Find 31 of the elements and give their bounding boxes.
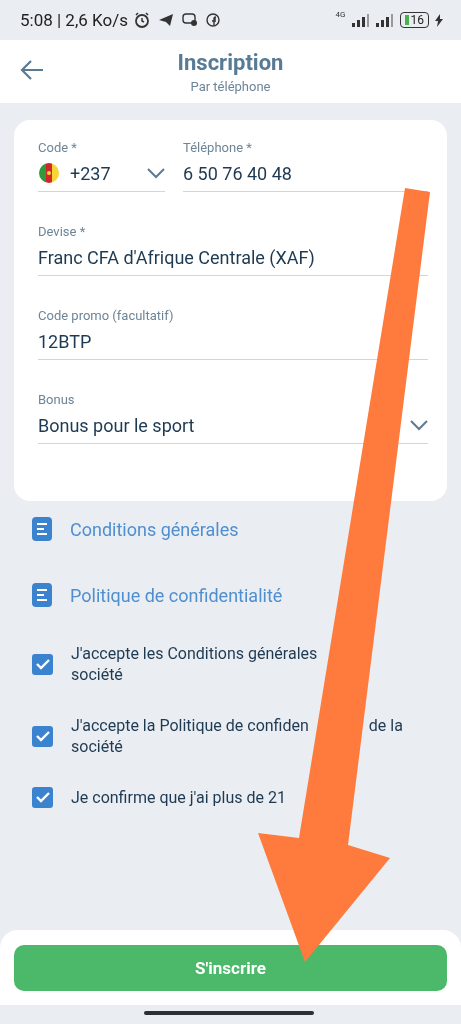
alarm-icon — [133, 12, 150, 28]
checkbox[interactable] — [32, 787, 53, 808]
chevron-down-icon — [147, 167, 165, 179]
checkbox-label: de la — [368, 715, 403, 736]
back-arrow-icon[interactable] — [20, 60, 44, 80]
signal-icon — [375, 13, 394, 27]
checkbox-label: société — [71, 664, 123, 685]
flag-icon — [38, 162, 60, 184]
signal-icon — [351, 13, 370, 27]
checkbox[interactable] — [32, 725, 53, 747]
paper-plane-icon — [157, 13, 174, 27]
battery-level: 16 — [399, 12, 429, 28]
network-type: 4G — [335, 10, 346, 19]
status-time: 5:08 | 2,6 Ko/s — [20, 10, 128, 30]
checkbox-label: Je confirme que j'ai plus de 21 — [71, 787, 286, 808]
page-subtitle: Par téléphone — [190, 78, 271, 94]
checkmark-icon — [35, 792, 50, 803]
chat-icon — [181, 13, 198, 27]
checkbox-label: J'accepte la Politique de confiden — [71, 715, 309, 736]
charging-icon — [435, 13, 443, 27]
chevron-down-icon — [410, 419, 428, 431]
checkmark-icon — [35, 730, 50, 742]
checkbox[interactable] — [32, 653, 53, 675]
page-title: Inscription — [177, 49, 284, 75]
checkbox-label: société — [71, 736, 123, 757]
document-icon — [32, 583, 52, 607]
document-icon — [32, 517, 52, 541]
circle-f-icon — [205, 13, 220, 27]
country-code-field[interactable]: Code * +237 — [38, 140, 165, 192]
checkbox-label: J'accepte les Conditions générales — [71, 643, 318, 664]
checkmark-icon — [35, 658, 50, 670]
